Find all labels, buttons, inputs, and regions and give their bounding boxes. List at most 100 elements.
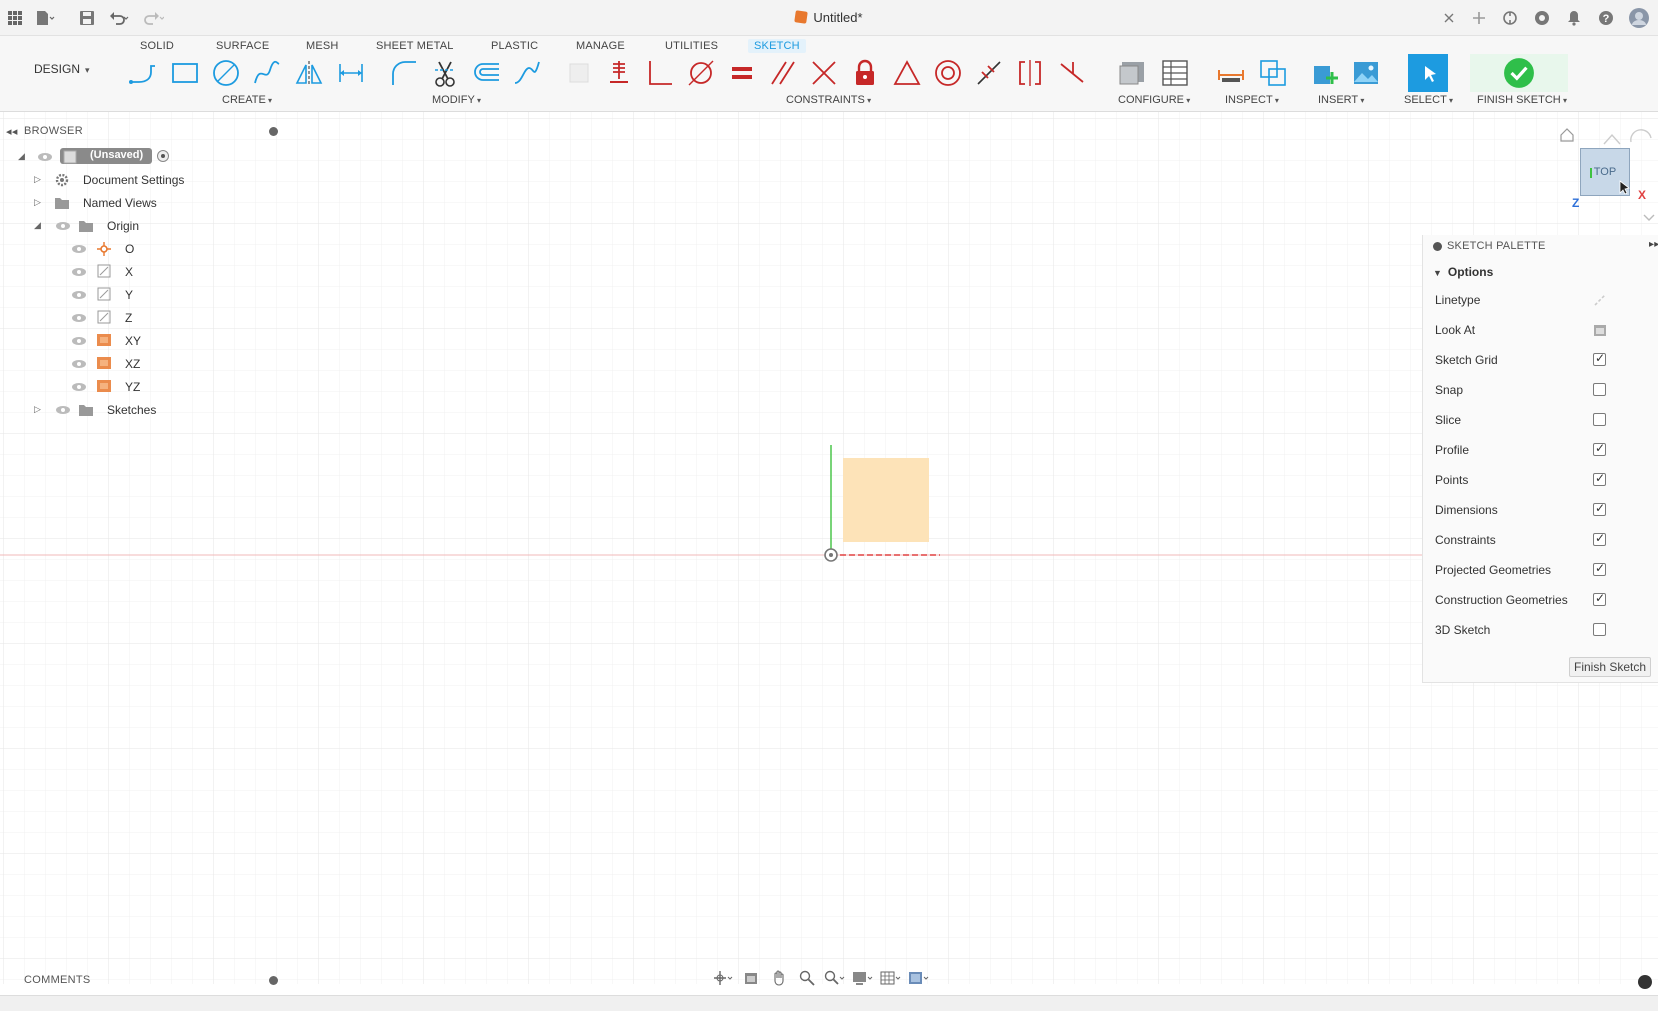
visibility-eye-icon[interactable] — [71, 290, 87, 300]
insert-canvas-icon[interactable] — [1349, 56, 1383, 90]
equal-constraint-icon[interactable] — [725, 56, 759, 90]
concentric-constraint-icon[interactable] — [931, 56, 965, 90]
projected-geometries-checkbox[interactable] — [1593, 561, 1606, 576]
configure-table-icon[interactable] — [1158, 56, 1192, 90]
browser-item-x-axis[interactable]: X — [0, 261, 290, 283]
constraints-checkbox[interactable] — [1593, 531, 1606, 546]
parallel-constraint-icon[interactable] — [766, 56, 800, 90]
rotate-up-icon[interactable] — [1602, 132, 1622, 146]
expand-triangle-icon[interactable]: ◢ — [18, 151, 25, 162]
visibility-eye-icon[interactable] — [71, 244, 87, 254]
dimension-tool-icon[interactable] — [334, 56, 368, 90]
circle-tool-icon[interactable] — [209, 56, 243, 90]
home-view-icon[interactable] — [1560, 128, 1574, 142]
select-menu[interactable]: SELECT — [1404, 94, 1453, 106]
visibility-eye-icon[interactable] — [55, 405, 71, 415]
smooth-constraint-icon[interactable] — [1055, 56, 1089, 90]
look-at-icon[interactable] — [1592, 322, 1608, 338]
visibility-eye-icon[interactable] — [71, 382, 87, 392]
tab-manage[interactable]: MANAGE — [576, 40, 625, 52]
browser-item-origin[interactable]: ◢ Origin — [0, 215, 290, 237]
points-checkbox[interactable] — [1593, 471, 1606, 486]
configure-parameters-icon[interactable] — [1116, 56, 1150, 90]
fillet-tool-icon[interactable] — [387, 56, 421, 90]
tab-surface[interactable]: SURFACE — [216, 40, 269, 52]
tab-utilities[interactable]: UTILITIES — [665, 40, 718, 52]
finish-sketch-button[interactable]: Finish Sketch — [1569, 657, 1651, 677]
orbit-icon[interactable] — [712, 969, 734, 987]
insert-derive-icon[interactable] — [1308, 56, 1342, 90]
collapse-triangle-icon[interactable]: ◢ — [34, 220, 41, 231]
rotate-arc-icon[interactable] — [1628, 128, 1654, 146]
options-section-header[interactable]: Options — [1433, 265, 1493, 279]
inspect-menu[interactable]: INSPECT — [1225, 94, 1279, 106]
coincident-placeholder-icon[interactable] — [562, 56, 596, 90]
midpoint-constraint-icon[interactable] — [972, 56, 1006, 90]
browser-item-yz-plane[interactable]: YZ — [0, 376, 290, 398]
insert-menu[interactable]: INSERT — [1318, 94, 1364, 106]
palette-pin-icon[interactable] — [1433, 242, 1442, 251]
user-avatar-icon[interactable] — [1628, 7, 1650, 29]
browser-root-row[interactable]: ◢ (Unsaved) — [0, 146, 290, 168]
linetype-icon[interactable] — [1592, 292, 1608, 308]
browser-item-xz-plane[interactable]: XZ — [0, 353, 290, 375]
constraints-menu[interactable]: CONSTRAINTS — [786, 94, 871, 106]
snap-checkbox[interactable] — [1593, 383, 1606, 396]
tab-solid[interactable]: SOLID — [140, 40, 174, 52]
horizontal-vertical-constraint-icon[interactable] — [1013, 56, 1047, 90]
undo-icon[interactable] — [108, 7, 130, 29]
zoom-icon[interactable] — [796, 969, 818, 987]
pan-hand-icon[interactable] — [768, 969, 790, 987]
grid-snaps-icon[interactable] — [880, 969, 902, 987]
view-cube[interactable]: TOP X Z — [1558, 128, 1658, 228]
perpendicular-constraint-icon[interactable] — [643, 56, 677, 90]
modify-menu[interactable]: MODIFY — [432, 94, 481, 106]
activate-component-radio[interactable] — [157, 150, 169, 162]
line-tool-icon[interactable] — [126, 56, 160, 90]
help-icon[interactable]: ? — [1595, 7, 1617, 29]
redo-icon[interactable] — [142, 7, 164, 29]
visibility-eye-icon[interactable] — [71, 313, 87, 323]
profile-checkbox[interactable] — [1593, 441, 1606, 456]
browser-collapse-icon[interactable]: ◂◂ — [6, 125, 18, 138]
document-title-text[interactable]: Untitled* — [813, 10, 862, 25]
comments-pin-icon[interactable] — [269, 976, 278, 985]
dimensions-checkbox[interactable] — [1593, 501, 1606, 516]
extensions-icon[interactable] — [1499, 7, 1521, 29]
zoom-window-icon[interactable] — [824, 969, 846, 987]
collinear-constraint-icon[interactable] — [807, 56, 841, 90]
notifications-bell-icon[interactable] — [1563, 7, 1585, 29]
interference-tool-icon[interactable] — [1256, 56, 1290, 90]
workspace-switcher[interactable]: DESIGN — [34, 62, 90, 76]
display-settings-icon[interactable] — [852, 969, 874, 987]
3d-sketch-checkbox[interactable] — [1593, 623, 1606, 636]
browser-item-y-axis[interactable]: Y — [0, 284, 290, 306]
browser-pin-icon[interactable] — [269, 127, 278, 136]
symmetry-constraint-icon[interactable] — [890, 56, 924, 90]
save-icon[interactable] — [76, 7, 98, 29]
file-menu-icon[interactable] — [34, 7, 56, 29]
expand-triangle-icon[interactable]: ▷ — [34, 174, 41, 185]
trim-tool-icon[interactable] — [428, 56, 462, 90]
viewports-icon[interactable] — [908, 969, 930, 987]
slice-checkbox[interactable] — [1593, 413, 1606, 426]
construction-geometries-checkbox[interactable] — [1593, 591, 1606, 606]
browser-item-xy-plane[interactable]: XY — [0, 330, 290, 352]
mirror-tool-icon[interactable] — [292, 56, 326, 90]
select-tool-icon[interactable] — [1408, 54, 1448, 92]
curve-tool-icon[interactable] — [510, 56, 544, 90]
tab-sketch[interactable]: SKETCH — [748, 39, 806, 53]
visibility-eye-icon[interactable] — [55, 221, 71, 231]
view-cube-menu-icon[interactable] — [1642, 212, 1656, 224]
look-at-face-icon[interactable] — [740, 969, 762, 987]
browser-item-document-settings[interactable]: ▷ Document Settings — [0, 169, 290, 191]
job-status-icon[interactable] — [1531, 7, 1553, 29]
create-menu[interactable]: CREATE — [222, 94, 272, 106]
browser-item-origin-point[interactable]: O — [0, 238, 290, 260]
tab-plastic[interactable]: PLASTIC — [491, 40, 538, 52]
visibility-eye-icon[interactable] — [37, 152, 53, 162]
expand-triangle-icon[interactable]: ▷ — [34, 404, 41, 415]
feedback-icon[interactable] — [1638, 975, 1652, 989]
fix-constraint-icon[interactable] — [602, 56, 636, 90]
new-tab-icon[interactable] — [1468, 7, 1490, 29]
